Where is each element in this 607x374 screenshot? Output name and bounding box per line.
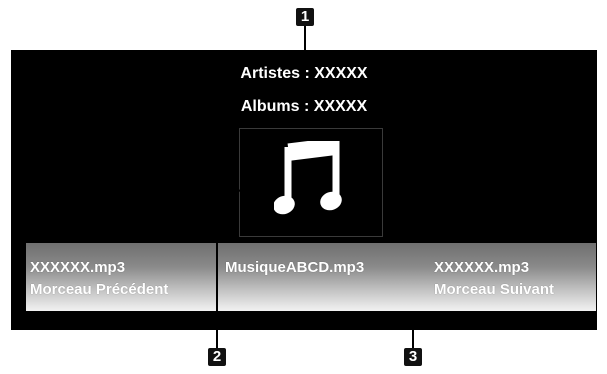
next-track-file[interactable]: XXXXXX.mp3 [434,259,529,276]
callout-leader-3 [412,313,414,348]
callout-badge-1: 1 [296,8,314,26]
current-track-file: MusiqueABCD.mp3 [225,259,365,276]
callout-badge-2: 2 [208,348,226,366]
artists-label: Artistes : XXXXX [240,65,368,82]
music-note-icon [274,141,342,215]
previous-track-label[interactable]: Morceau Précédent [30,281,168,298]
callout-badge-3: 3 [404,348,422,366]
track-bar: XXXXXX.mp3 Morceau Précédent MusiqueABCD… [26,243,596,311]
callout-leader-2 [216,200,218,348]
media-player-screen: Artistes : XXXXX Albums : XXXXX XXXXXX.m… [11,50,597,330]
previous-track-file[interactable]: XXXXXX.mp3 [30,259,125,276]
albums-label: Albums : XXXXX [240,98,368,115]
next-track-label[interactable]: Morceau Suivant [434,281,554,298]
album-art [239,128,383,237]
